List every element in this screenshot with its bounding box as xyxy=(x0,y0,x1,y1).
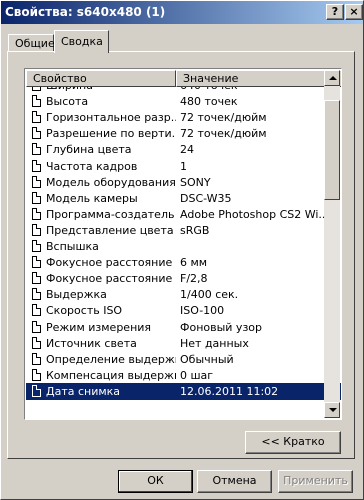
close-button[interactable]: × xyxy=(345,4,363,20)
help-button[interactable]: ? xyxy=(326,4,344,20)
list-item[interactable]: Скорость ISO ISO-100 xyxy=(26,302,341,319)
property-value: Обычный xyxy=(180,352,234,366)
property-name: Модель оборудования xyxy=(46,175,176,189)
property-value: 24 xyxy=(180,143,194,157)
document-icon xyxy=(32,320,41,333)
list-rows: Ширина640 точекВысота480 точекГоризонтал… xyxy=(26,69,341,419)
property-value: 72 точек/дюйм xyxy=(180,127,267,141)
document-icon xyxy=(32,304,41,317)
property-name: Программа-создатель xyxy=(46,207,175,221)
property-name: Скорость ISO xyxy=(46,304,123,318)
cancel-button[interactable]: Отмена xyxy=(197,470,272,493)
list-item[interactable]: Фокусное расстояние 6 мм xyxy=(26,254,341,271)
list-item[interactable]: Высота 480 точек xyxy=(26,93,341,110)
document-icon xyxy=(32,352,41,365)
document-icon xyxy=(32,240,41,252)
property-value: sRGB xyxy=(180,223,210,237)
property-value: 1 xyxy=(180,159,187,173)
list-item[interactable]: Фокусное расстояние F/2,8 xyxy=(26,270,341,287)
property-value: 480 точек xyxy=(180,95,238,109)
document-icon xyxy=(32,143,41,156)
column-header-value[interactable]: Значение xyxy=(176,70,341,87)
list-item[interactable]: Вспышка xyxy=(26,238,341,255)
property-name: Модель камеры xyxy=(46,191,138,205)
document-icon xyxy=(32,384,41,397)
document-icon xyxy=(32,111,41,124)
document-icon xyxy=(32,288,41,301)
property-value: F/2,8 xyxy=(180,272,208,286)
property-name: Вспышка xyxy=(46,240,99,253)
property-value: 1/400 сек. xyxy=(180,288,239,302)
list-item[interactable]: Модель оборудования SONY xyxy=(26,174,341,191)
scroll-down-button[interactable] xyxy=(324,402,340,418)
list-item[interactable]: Представление цвета sRGB xyxy=(26,222,341,239)
property-value: 6 мм xyxy=(180,256,208,270)
property-name: Разрешение по верти... xyxy=(46,127,176,141)
property-value: 72 точек/дюйм xyxy=(180,111,267,125)
document-icon xyxy=(32,223,41,236)
property-name: Определение выдержки xyxy=(46,352,176,366)
property-name: Глубина цвета xyxy=(46,143,132,157)
document-icon xyxy=(32,127,41,140)
tab-summary[interactable]: Сводка xyxy=(54,30,109,53)
list-item[interactable]: Горизонтальное разр... 72 точек/дюйм xyxy=(26,109,341,126)
document-icon xyxy=(32,272,41,285)
list-item[interactable]: Выдержка 1/400 сек. xyxy=(26,286,341,303)
scroll-up-button[interactable] xyxy=(324,70,340,86)
list-item[interactable]: Режим измерения Фоновый узор xyxy=(26,319,341,336)
properties-list[interactable]: Ширина640 точекВысота480 точекГоризонтал… xyxy=(24,68,342,420)
column-header-property[interactable]: Свойство xyxy=(26,70,176,87)
document-icon xyxy=(32,256,41,269)
property-name: Горизонтальное разр... xyxy=(46,111,176,125)
properties-dialog: Свойства: s640x480 (1) ? × Общие Сводка … xyxy=(0,0,364,500)
property-name: Дата снимка xyxy=(46,384,121,398)
list-item[interactable]: Модель камеры DSC-W35 xyxy=(26,190,341,207)
list-item[interactable]: Программа-создатель Adobe Photoshop CS2 W… xyxy=(26,206,341,223)
property-value: 0 шаг xyxy=(180,368,214,382)
list-item[interactable]: Разрешение по верти... 72 точек/дюйм xyxy=(26,125,341,142)
apply-button[interactable]: Применить xyxy=(278,470,353,493)
property-name: Компенсация выдержки xyxy=(46,368,176,382)
brief-button[interactable]: << Кратко xyxy=(245,431,341,454)
property-value: DSC-W35 xyxy=(180,191,232,205)
list-item[interactable]: Частота кадров 1 xyxy=(26,158,341,175)
property-name: Источник света xyxy=(46,336,137,350)
list-item[interactable]: Дата снимка 12.06.2011 11:02 xyxy=(26,382,341,400)
property-name: Высота xyxy=(46,95,89,109)
property-name: Представление цвета xyxy=(46,223,174,237)
document-icon xyxy=(32,368,41,381)
arrow-up-icon xyxy=(329,76,337,80)
property-name: Выдержка xyxy=(46,288,107,302)
property-value: Adobe Photoshop CS2 Wi... xyxy=(180,207,329,221)
title-bar[interactable]: Свойства: s640x480 (1) ? × xyxy=(1,1,363,24)
list-item[interactable]: Определение выдержки Обычный xyxy=(26,351,341,368)
property-name: Режим измерения xyxy=(46,320,152,334)
property-value: ISO-100 xyxy=(180,304,225,318)
property-value: 12.06.2011 11:02 xyxy=(180,384,279,398)
property-name: Частота кадров xyxy=(46,159,138,173)
window-title: Свойства: s640x480 (1) xyxy=(5,5,166,19)
list-item[interactable]: Компенсация выдержки 0 шаг xyxy=(26,367,341,384)
vertical-scrollbar[interactable] xyxy=(324,70,340,418)
property-name: Фокусное расстояние xyxy=(46,256,173,270)
list-header: Свойство Значение xyxy=(26,70,341,87)
scroll-thumb[interactable] xyxy=(324,100,340,200)
property-value: Нет данных xyxy=(180,336,249,350)
document-icon xyxy=(32,336,41,349)
property-value: SONY xyxy=(180,175,211,189)
document-icon xyxy=(32,175,41,188)
arrow-down-icon xyxy=(329,408,337,412)
document-icon xyxy=(32,207,41,220)
list-item[interactable]: Источник света Нет данных xyxy=(26,335,341,352)
tab-general[interactable]: Общие xyxy=(8,34,55,52)
property-name: Фокусное расстояние xyxy=(46,272,173,286)
list-item[interactable]: Глубина цвета 24 xyxy=(26,141,341,158)
document-icon xyxy=(32,191,41,204)
document-icon xyxy=(32,95,41,108)
ok-button[interactable]: ОК xyxy=(118,470,193,493)
property-value: Фоновый узор xyxy=(180,320,263,334)
document-icon xyxy=(32,159,41,172)
